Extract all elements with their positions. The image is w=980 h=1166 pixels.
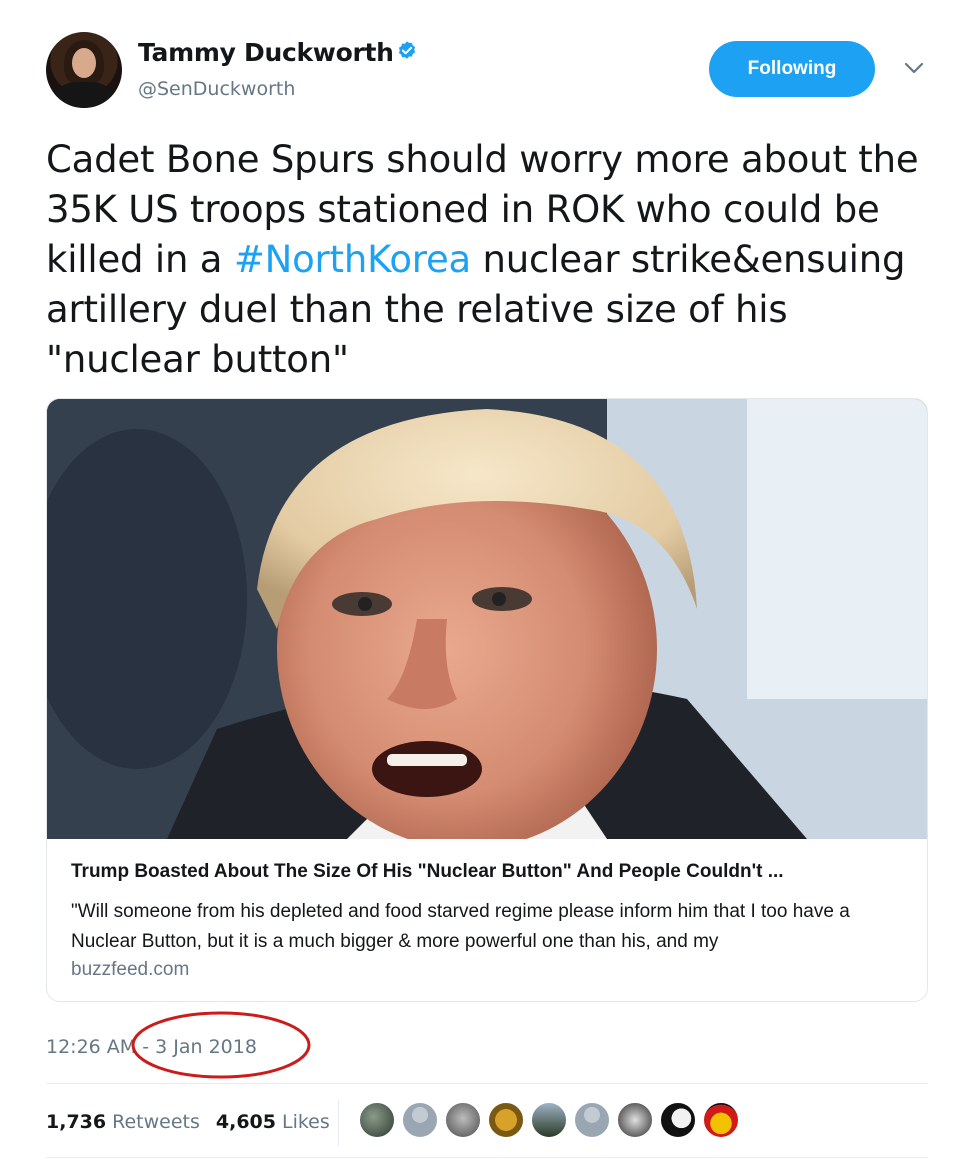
retweet-stat[interactable]: 1,736 Retweets bbox=[46, 1111, 200, 1133]
liker-avatar[interactable] bbox=[702, 1101, 740, 1139]
likes-stat[interactable]: 4,605 Likes bbox=[216, 1111, 330, 1133]
avatar-face bbox=[72, 48, 96, 78]
hashtag-link[interactable]: #NorthKorea bbox=[234, 238, 471, 281]
annotation-circle bbox=[131, 1011, 311, 1079]
verified-badge-icon bbox=[398, 41, 416, 59]
tweet-header: Tammy Duckworth @SenDuckworth Following bbox=[0, 0, 980, 120]
liker-avatars bbox=[358, 1101, 745, 1141]
card-title[interactable]: Trump Boasted About The Size Of His "Nuc… bbox=[71, 861, 911, 883]
stats-divider bbox=[338, 1100, 339, 1146]
likes-label: Likes bbox=[281, 1111, 330, 1133]
avatar-body bbox=[54, 82, 114, 108]
user-avatar[interactable] bbox=[46, 32, 122, 108]
liker-avatar[interactable] bbox=[530, 1101, 568, 1139]
likes-count: 4,605 bbox=[215, 1111, 276, 1133]
divider bbox=[46, 1083, 928, 1084]
link-card[interactable]: Trump Boasted About The Size Of His "Nuc… bbox=[46, 398, 928, 1002]
user-handle[interactable]: @SenDuckworth bbox=[138, 78, 295, 100]
tweet-text: Cadet Bone Spurs should worry more about… bbox=[46, 135, 946, 385]
liker-avatar[interactable] bbox=[573, 1101, 611, 1139]
card-photo bbox=[47, 399, 927, 839]
tweet-stats: 1,736 Retweets 4,605 Likes bbox=[46, 1102, 346, 1142]
retweet-count: 1,736 bbox=[46, 1111, 107, 1133]
liker-avatar[interactable] bbox=[616, 1101, 654, 1139]
chevron-down-icon[interactable] bbox=[902, 58, 926, 78]
liker-avatar[interactable] bbox=[444, 1101, 482, 1139]
card-domain: buzzfeed.com bbox=[71, 959, 190, 980]
divider bbox=[46, 1157, 928, 1158]
user-name[interactable]: Tammy Duckworth bbox=[138, 38, 394, 67]
card-description: "Will someone from his depleted and food… bbox=[71, 901, 850, 952]
liker-avatar[interactable] bbox=[401, 1101, 439, 1139]
card-image[interactable] bbox=[47, 399, 927, 839]
liker-avatar[interactable] bbox=[659, 1101, 697, 1139]
following-button[interactable]: Following bbox=[709, 41, 875, 97]
retweet-label: Retweets bbox=[112, 1111, 200, 1133]
liker-avatar[interactable] bbox=[358, 1101, 396, 1139]
liker-avatar[interactable] bbox=[487, 1101, 525, 1139]
